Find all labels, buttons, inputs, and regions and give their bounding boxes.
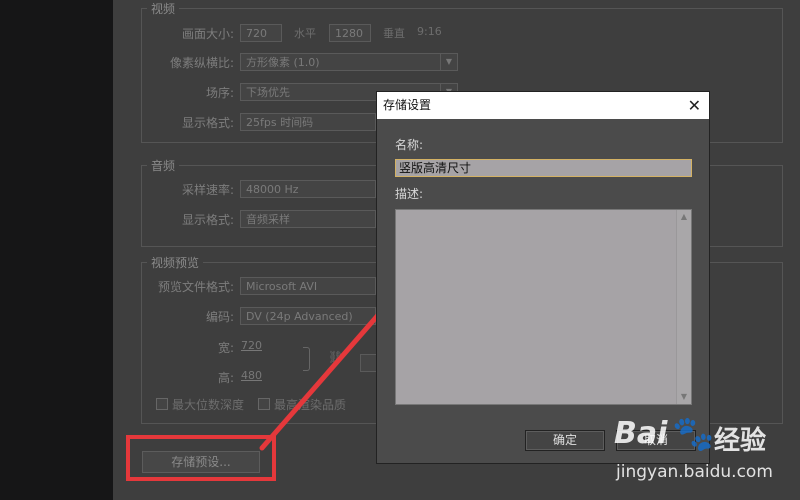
ok-button[interactable]: 确定 bbox=[525, 430, 605, 451]
dialog-title: 存储设置 bbox=[383, 98, 432, 112]
name-input[interactable]: 竖版高清尺寸 bbox=[395, 159, 692, 177]
dialog-titlebar[interactable]: 存储设置 ✕ bbox=[377, 92, 709, 119]
watermark-brand-suffix: 经验 bbox=[714, 426, 767, 456]
description-textarea[interactable]: ▲ ▼ bbox=[395, 209, 692, 405]
save-settings-dialog: 存储设置 ✕ 名称: 竖版高清尺寸 描述: ▲ ▼ 确定 取消 bbox=[376, 91, 710, 464]
watermark-url: jingyan.baidu.com bbox=[616, 462, 773, 482]
baidu-watermark: Bai 🐾 经验 jingyan.baidu.com bbox=[614, 410, 800, 500]
description-scrollbar[interactable]: ▲ ▼ bbox=[676, 210, 691, 404]
scroll-up-icon[interactable]: ▲ bbox=[677, 210, 691, 224]
paw-icon: 🐾 bbox=[672, 414, 715, 454]
close-icon[interactable]: ✕ bbox=[688, 92, 701, 119]
name-label: 名称: bbox=[395, 138, 424, 152]
watermark-brand: Bai bbox=[614, 416, 668, 451]
scroll-down-icon[interactable]: ▼ bbox=[677, 390, 691, 404]
description-label: 描述: bbox=[395, 187, 424, 201]
